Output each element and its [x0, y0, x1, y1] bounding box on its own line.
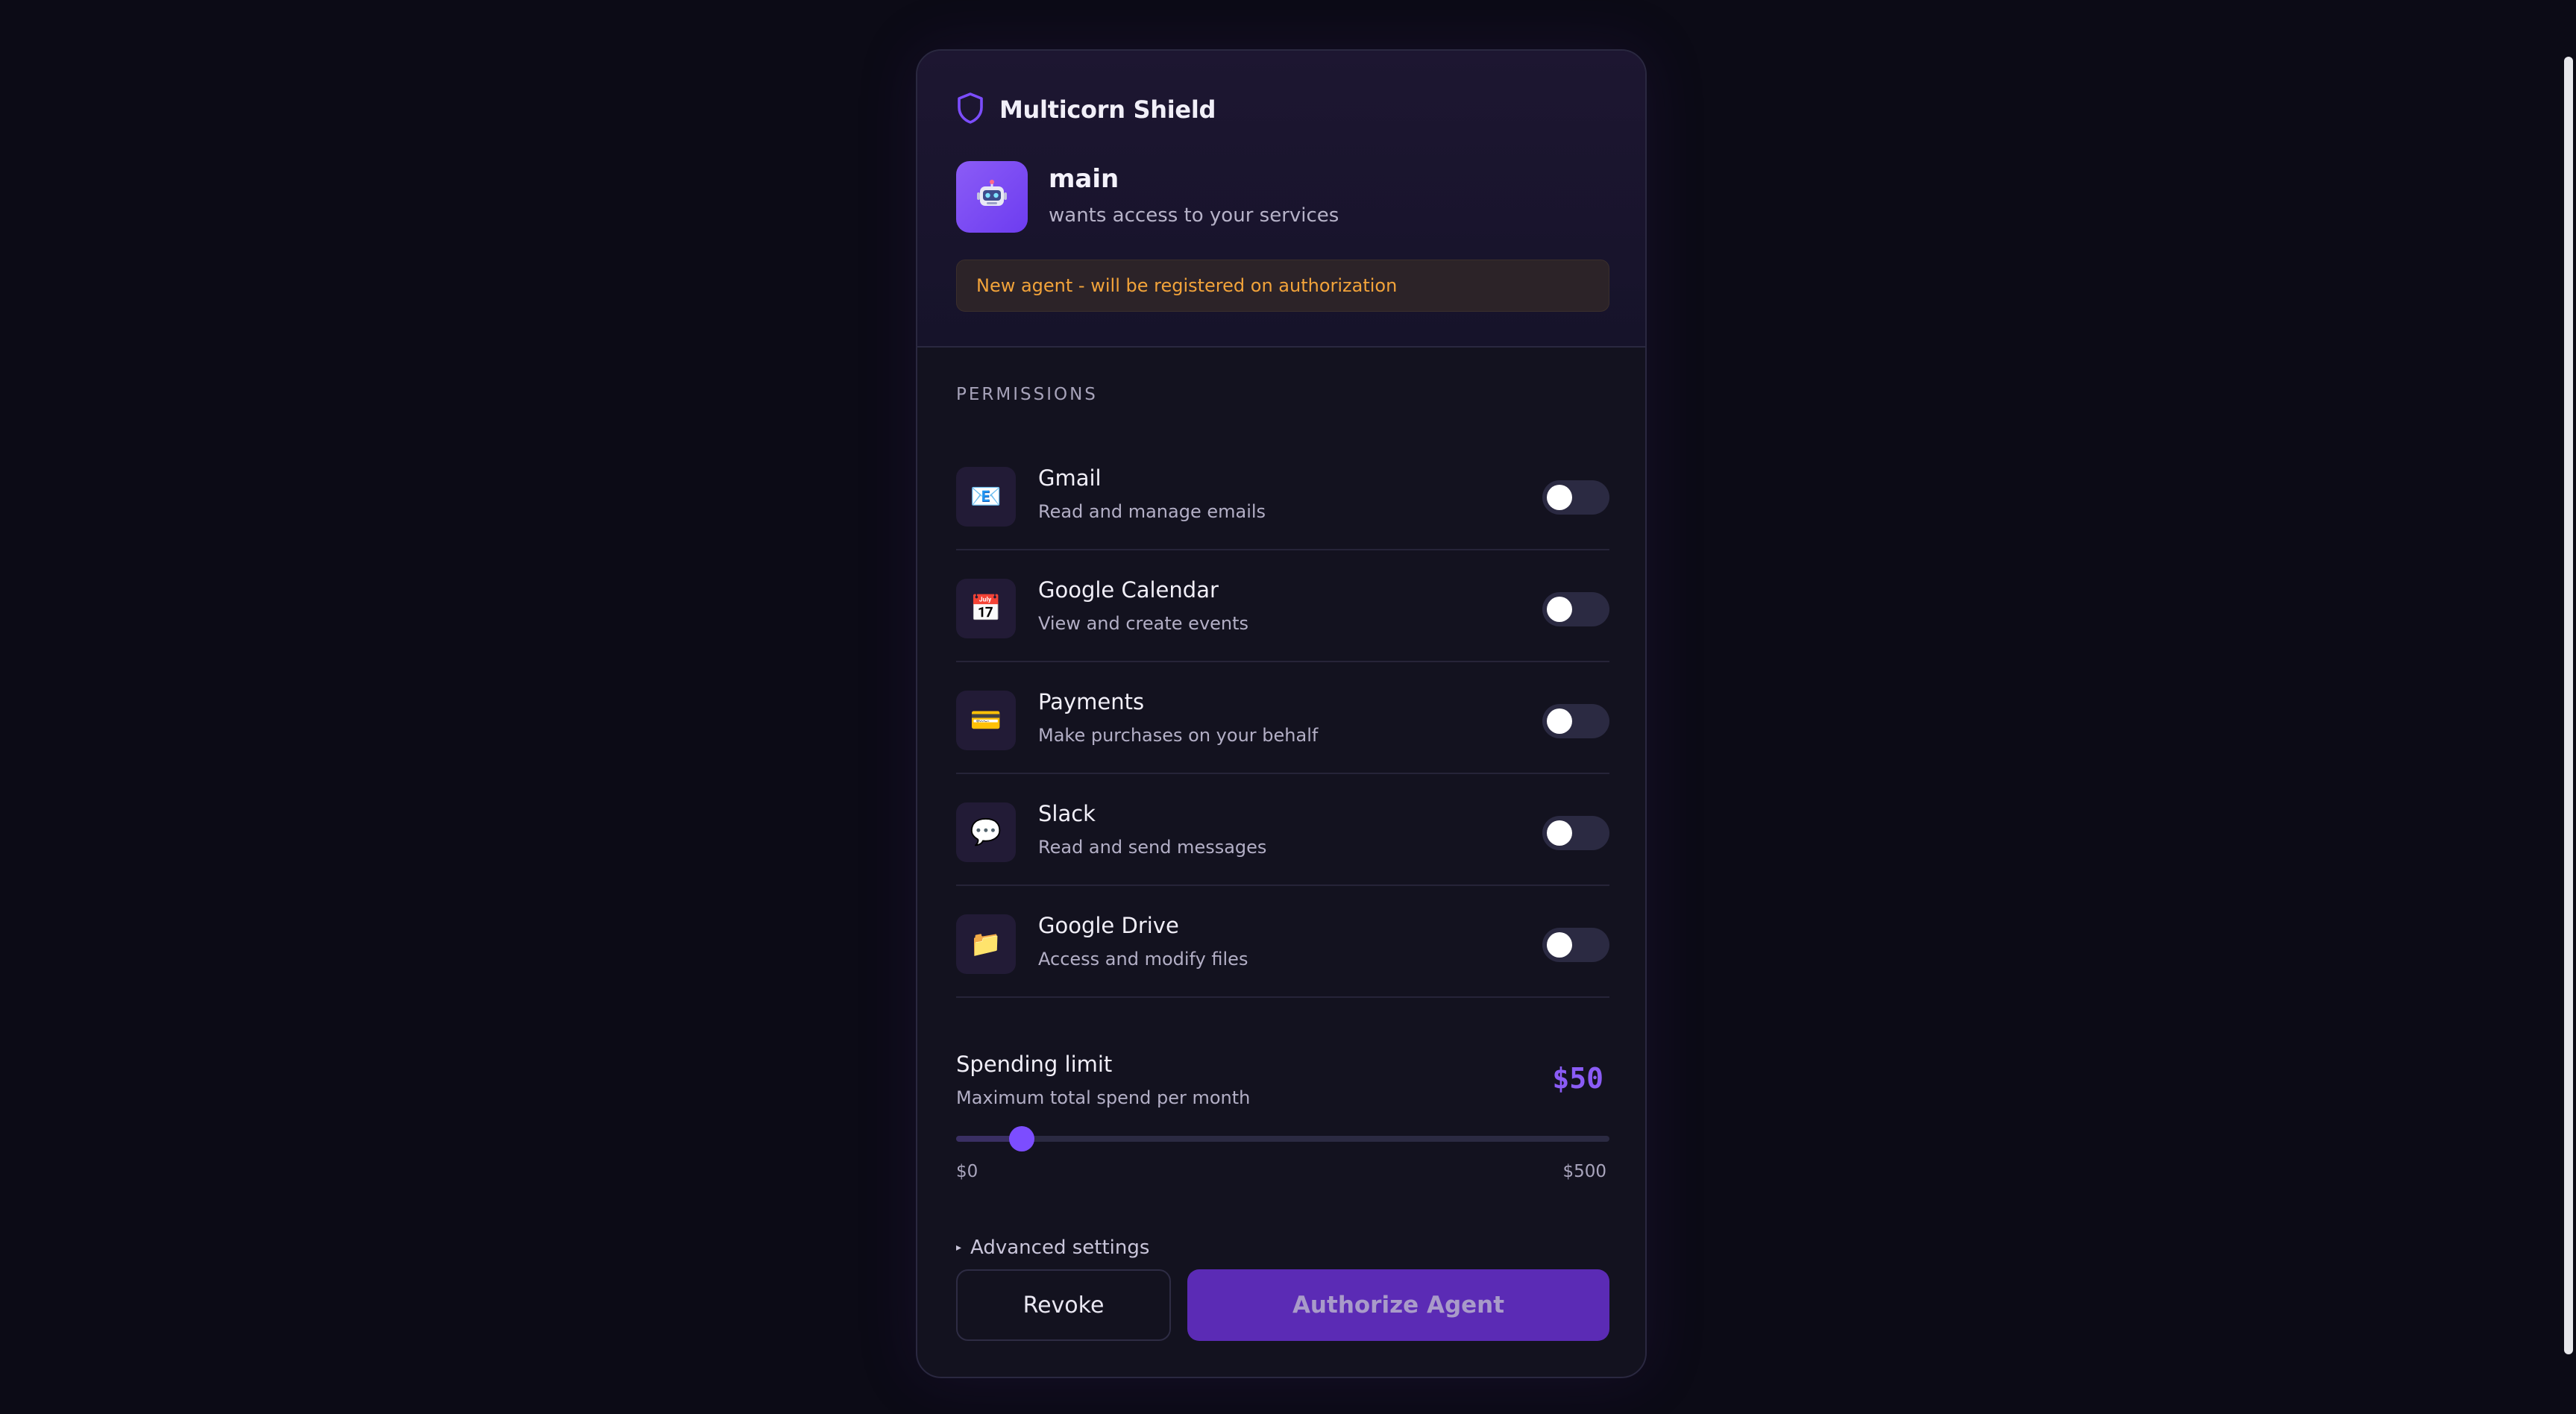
toggle-knob: [1547, 932, 1572, 958]
spending-limit-title: Spending limit: [956, 1052, 1113, 1077]
credit-card-icon: 💳: [956, 691, 1016, 750]
payments-toggle[interactable]: [1542, 704, 1609, 738]
caret-right-icon: ▸: [956, 1242, 962, 1254]
gmail-toggle[interactable]: [1542, 480, 1609, 515]
spending-limit-subtitle: Maximum total spend per month: [956, 1087, 1251, 1108]
toggle-knob: [1547, 597, 1572, 622]
advanced-settings-label: Advanced settings: [970, 1237, 1150, 1259]
slider-max-label: $500: [1562, 1162, 1606, 1181]
permission-description: Make purchases on your behalf: [1038, 725, 1319, 746]
advanced-settings-toggle[interactable]: ▸ Advanced settings: [956, 1237, 1149, 1259]
speech-bubble-icon: 💬: [956, 802, 1016, 862]
calendar-glyph: 📅: [970, 594, 1002, 623]
calendar-icon: 📅: [956, 579, 1016, 638]
agent-subtitle: wants access to your services: [1049, 204, 1339, 227]
permission-description: Read and send messages: [1038, 837, 1267, 858]
permission-row-google-drive: 📁 Google Drive Access and modify files: [956, 886, 1609, 998]
permission-description: View and create events: [1038, 613, 1249, 634]
brand: Multicorn Shield: [956, 92, 1216, 127]
toggle-knob: [1547, 820, 1572, 846]
envelope-glyph: 📧: [970, 482, 1002, 512]
notice-text: New agent - will be registered on author…: [976, 275, 1398, 296]
robot-icon: [976, 179, 1008, 215]
slider-min-label: $0: [956, 1162, 978, 1181]
permissions-heading: PERMISSIONS: [956, 385, 1098, 404]
authorization-card: Multicorn Shield main wants access to yo…: [916, 49, 1647, 1378]
new-agent-notice: New agent - will be registered on author…: [956, 260, 1609, 312]
spending-limit-value: $50: [1552, 1062, 1603, 1095]
brand-name: Multicorn Shield: [999, 95, 1216, 124]
permission-title: Payments: [1038, 689, 1145, 714]
slider-thumb[interactable]: [1009, 1126, 1034, 1151]
permission-title: Google Drive: [1038, 913, 1179, 938]
envelope-icon: 📧: [956, 467, 1016, 527]
page-scrollbar[interactable]: [2560, 0, 2576, 1414]
permission-row-gmail: 📧 Gmail Read and manage emails: [956, 439, 1609, 550]
revoke-button[interactable]: Revoke: [956, 1269, 1171, 1341]
permission-description: Read and manage emails: [1038, 501, 1266, 522]
folder-glyph: 📁: [970, 929, 1002, 959]
slack-toggle[interactable]: [1542, 816, 1609, 850]
permission-row-google-calendar: 📅 Google Calendar View and create events: [956, 550, 1609, 662]
agent-avatar: [956, 161, 1028, 233]
credit-card-glyph: 💳: [970, 706, 1002, 735]
toggle-knob: [1547, 708, 1572, 734]
google-calendar-toggle[interactable]: [1542, 592, 1609, 626]
permission-row-slack: 💬 Slack Read and send messages: [956, 774, 1609, 886]
google-drive-toggle[interactable]: [1542, 928, 1609, 962]
card-header: Multicorn Shield main wants access to yo…: [917, 51, 1645, 348]
agent-name: main: [1049, 164, 1119, 194]
spending-limit-slider[interactable]: [956, 1126, 1609, 1151]
speech-bubble-glyph: 💬: [970, 817, 1002, 847]
permission-title: Gmail: [1038, 465, 1102, 491]
authorize-agent-button[interactable]: Authorize Agent: [1187, 1269, 1609, 1341]
scrollbar-thumb[interactable]: [2564, 57, 2573, 1354]
toggle-knob: [1547, 485, 1572, 510]
permission-row-payments: 💳 Payments Make purchases on your behalf: [956, 662, 1609, 774]
page: Multicorn Shield main wants access to yo…: [0, 0, 2576, 1414]
permission-description: Access and modify files: [1038, 949, 1248, 970]
folder-icon: 📁: [956, 914, 1016, 974]
permission-title: Slack: [1038, 801, 1096, 826]
shield-icon: [956, 92, 984, 128]
permission-title: Google Calendar: [1038, 577, 1219, 603]
